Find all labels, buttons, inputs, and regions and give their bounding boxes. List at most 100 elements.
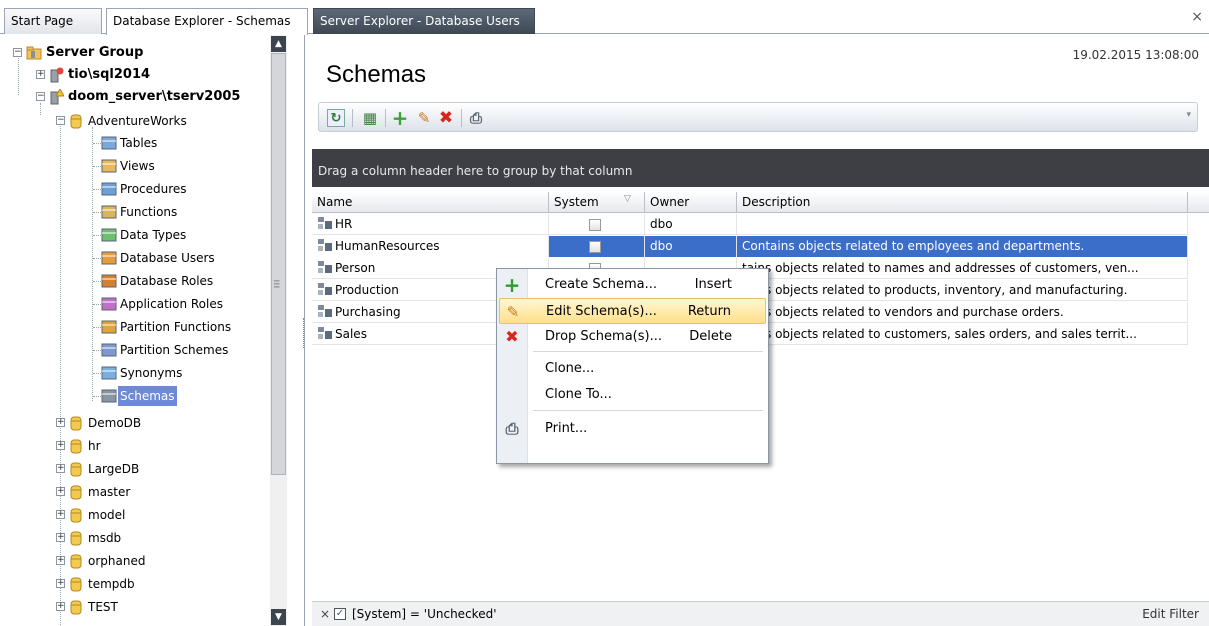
schema-name: Production [335, 283, 399, 297]
schema-name: HR [335, 217, 353, 231]
data-type-icon [101, 228, 117, 242]
header-label: Name [317, 195, 353, 209]
collapse-toggle[interactable]: − [13, 48, 22, 57]
refresh-icon[interactable]: ↻ [327, 109, 345, 127]
edit-pencil-icon[interactable]: ✎ [415, 109, 433, 127]
filter-enabled-checkbox[interactable]: ✓ [334, 608, 346, 620]
expand-toggle[interactable]: + [56, 579, 65, 588]
expand-toggle[interactable]: + [56, 533, 65, 542]
menu-separator [533, 351, 763, 352]
database-icon [70, 114, 82, 129]
partition-schemes-icon [101, 343, 117, 357]
column-header-owner[interactable]: Owner [645, 192, 737, 213]
description-value: Contains objects related to employees an… [742, 239, 1085, 253]
schema-icon [101, 389, 117, 403]
expand-toggle[interactable]: + [56, 556, 65, 565]
menu-item-label: Edit Schema(s)... [546, 304, 657, 319]
expand-toggle[interactable]: + [56, 510, 65, 519]
tree-connector [93, 304, 101, 305]
tree-label: Views [120, 159, 155, 173]
table-row[interactable]: HumanResources dbo Contains objects relate… [312, 236, 1188, 257]
toolbar: ↻ ▦ + ✎ ✖ ⎙ ▾ [318, 102, 1198, 132]
cell-system [549, 214, 645, 235]
clear-filter-icon[interactable]: × [320, 602, 330, 626]
expand-toggle[interactable]: + [56, 441, 65, 450]
tree-connector [40, 103, 41, 115]
edit-filter-button[interactable]: Edit Filter [1142, 602, 1199, 626]
database-icon [70, 508, 82, 523]
database-icon [70, 554, 82, 569]
tree-label: Schemas [118, 386, 177, 406]
expand-toggle[interactable]: + [56, 602, 65, 611]
column-header-system[interactable]: System ▽ [549, 192, 645, 213]
column-header-description[interactable]: Description [737, 192, 1188, 213]
printer-icon[interactable]: ⎙ [467, 109, 485, 127]
menu-item-clone[interactable]: Clone... [499, 356, 766, 382]
expand-toggle[interactable]: + [56, 464, 65, 473]
schema-icon [318, 239, 332, 251]
menu-item-print[interactable]: ⎙ Print... [499, 416, 766, 442]
delete-x-icon[interactable]: ✖ [437, 109, 455, 127]
schema-grid-icon[interactable]: ▦ [361, 109, 379, 127]
tree-label: Application Roles [120, 297, 223, 311]
cell-name[interactable]: HR [312, 214, 549, 235]
menu-item-clone-to[interactable]: Clone To... [499, 382, 766, 408]
collapse-toggle[interactable]: − [56, 116, 65, 125]
tree-label: model [88, 508, 126, 522]
schema-name: Person [335, 261, 376, 275]
scroll-up-arrow-icon[interactable]: ▲ [271, 36, 286, 52]
expand-toggle[interactable]: + [56, 418, 65, 427]
add-plus-icon[interactable]: + [391, 108, 409, 128]
tree-connector [93, 258, 101, 259]
cell-description: Contains objects related to employees an… [737, 236, 1188, 257]
tree-label: TEST [88, 600, 118, 614]
system-checkbox[interactable] [589, 241, 601, 253]
system-checkbox[interactable] [589, 219, 601, 231]
toolbar-divider [461, 109, 462, 127]
cell-name[interactable]: HumanResources [312, 236, 549, 257]
collapse-toggle[interactable]: − [36, 92, 45, 101]
tree-connector [93, 373, 101, 374]
cell-description: tains objects related to vendors and pur… [737, 302, 1188, 323]
tree-label: Database Roles [120, 274, 214, 288]
database-icon [70, 439, 82, 454]
menu-item-edit-schema-s[interactable]: ✎ Edit Schema(s)... Return [499, 298, 766, 324]
schema-icon [318, 305, 332, 317]
header-label: Owner [650, 195, 690, 209]
menu-item-drop-schema-s[interactable]: ✖ Drop Schema(s)... Delete [499, 324, 766, 350]
group-by-panel[interactable]: Drag a column header here to group by th… [312, 149, 1209, 187]
schema-name: HumanResources [335, 239, 440, 253]
tab-label: Start Page [11, 14, 74, 28]
tree-label: orphaned [88, 554, 146, 568]
database-icon [70, 577, 82, 592]
toolbar-divider [385, 109, 386, 127]
description-value: tains objects related to customers, sale… [742, 327, 1137, 341]
tab-database-explorer-schemas[interactable]: Database Explorer - Schemas [106, 8, 308, 35]
close-tab-icon[interactable]: × [1191, 9, 1203, 25]
tree-connector [92, 127, 93, 401]
schema-icon [318, 261, 332, 273]
table-row[interactable]: HR dbo [312, 214, 1188, 235]
menu-item-create-schema[interactable]: + Create Schema... Insert [499, 272, 766, 298]
scroll-down-arrow-icon[interactable]: ▼ [271, 609, 286, 625]
column-filter-icon[interactable]: ▽ [624, 189, 631, 210]
tree-scrollbar[interactable]: ▲ ─ ─ ─ ▼ [270, 35, 287, 626]
expand-toggle[interactable]: + [36, 70, 45, 79]
description-value: tains objects related to vendors and pur… [742, 305, 1064, 319]
expand-toggle[interactable]: + [56, 487, 65, 496]
schema-icon [318, 327, 332, 339]
schema-icon [318, 217, 332, 229]
column-header-name[interactable]: Name [312, 192, 549, 213]
menu-item-label: Create Schema... [545, 277, 657, 292]
tab-label: Database Explorer - Schemas [113, 14, 291, 28]
tab-start-page[interactable]: Start Page [4, 8, 102, 34]
synonyms-icon [101, 366, 117, 380]
menu-item-label: Clone To... [545, 387, 612, 402]
cell-owner: dbo [645, 214, 737, 235]
tab-server-explorer-users[interactable]: Server Explorer - Database Users [313, 8, 535, 34]
menu-item-shortcut: Return [687, 304, 731, 319]
owner-value: dbo [650, 239, 673, 253]
toolbar-overflow-icon[interactable]: ▾ [1186, 110, 1191, 120]
tree-connector [93, 281, 101, 282]
scroll-thumb[interactable] [271, 53, 286, 475]
